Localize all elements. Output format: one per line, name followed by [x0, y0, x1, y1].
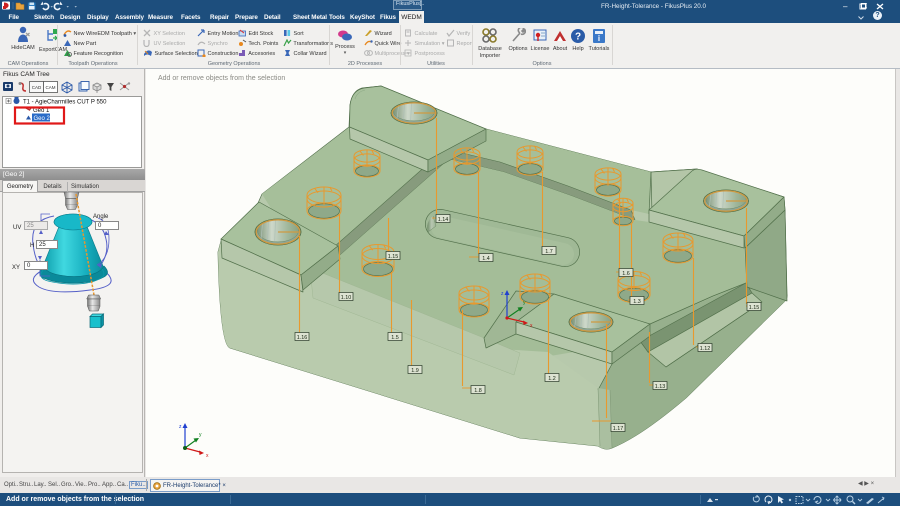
svg-text:1.13: 1.13 — [655, 384, 666, 390]
svg-text:x: x — [530, 323, 533, 329]
svg-text:1.10: 1.10 — [341, 295, 352, 301]
svg-text:1.12: 1.12 — [700, 346, 711, 352]
svg-text:Geo 1: Geo 1 — [33, 108, 50, 114]
svg-text:CAD: CAD — [32, 85, 42, 90]
svg-text:1.9: 1.9 — [411, 368, 419, 374]
svg-text:1.16: 1.16 — [297, 335, 308, 341]
svg-text:1.8: 1.8 — [474, 388, 482, 394]
svg-text:?: ? — [575, 32, 581, 43]
svg-text:z: z — [179, 424, 182, 430]
svg-text:1.14: 1.14 — [438, 217, 449, 223]
svg-text:i: i — [598, 34, 600, 43]
svg-text:x: x — [206, 453, 209, 459]
svg-text:1.5: 1.5 — [391, 335, 399, 341]
svg-text:Geo 2: Geo 2 — [34, 116, 51, 122]
svg-text:1.17: 1.17 — [613, 426, 624, 432]
svg-text:T1 - AgieCharmilles CUT P 550: T1 - AgieCharmilles CUT P 550 — [23, 100, 107, 106]
svg-text:1.4: 1.4 — [482, 256, 490, 262]
svg-text:1.6: 1.6 — [622, 271, 630, 277]
svg-text:1.3: 1.3 — [633, 299, 641, 305]
svg-text:1.15: 1.15 — [388, 254, 399, 260]
svg-text:1.7: 1.7 — [545, 249, 553, 255]
svg-text:z: z — [501, 291, 504, 297]
svg-text:CAM: CAM — [46, 85, 56, 90]
svg-text:1.2: 1.2 — [548, 376, 556, 382]
svg-text:y: y — [199, 432, 202, 438]
svg-text:1.15: 1.15 — [749, 305, 760, 311]
